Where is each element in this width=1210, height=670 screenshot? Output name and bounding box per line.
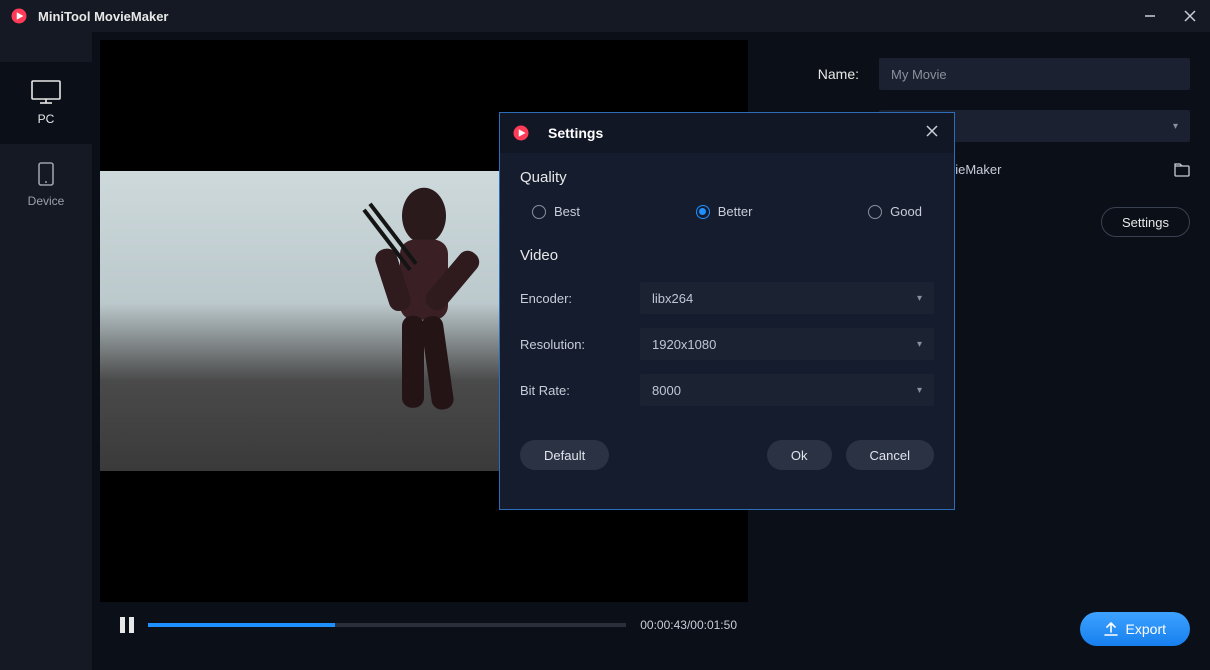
close-icon bbox=[926, 125, 938, 137]
dialog-body: Quality Best Better Good Video Encoder: … bbox=[500, 153, 954, 436]
ok-button[interactable]: Ok bbox=[767, 440, 832, 470]
dialog-header: Settings bbox=[500, 113, 954, 153]
app-logo-icon bbox=[10, 7, 28, 25]
dialog-actions: Default Ok Cancel bbox=[500, 436, 954, 470]
video-figure bbox=[334, 170, 514, 440]
export-button[interactable]: Export bbox=[1080, 612, 1190, 646]
sidebar-item-pc[interactable]: PC bbox=[0, 62, 92, 144]
upload-icon bbox=[1104, 622, 1118, 636]
pause-button[interactable] bbox=[120, 617, 134, 633]
name-label: Name: bbox=[797, 66, 859, 82]
bitrate-label: Bit Rate: bbox=[520, 383, 640, 398]
minimize-button[interactable] bbox=[1130, 0, 1170, 32]
progress-bar[interactable] bbox=[148, 623, 626, 627]
sidebar-item-label: Device bbox=[28, 194, 65, 208]
player-controls: 00:00:43/00:01:50 bbox=[100, 602, 757, 648]
app-logo-icon bbox=[512, 124, 530, 142]
quality-best-radio[interactable]: Best bbox=[532, 204, 580, 219]
dialog-title: Settings bbox=[548, 125, 603, 141]
radio-icon bbox=[868, 205, 882, 219]
bitrate-row: Bit Rate: 8000▾ bbox=[520, 374, 934, 406]
bitrate-select[interactable]: 8000▾ bbox=[640, 374, 934, 406]
chevron-down-icon: ▾ bbox=[917, 339, 922, 350]
encoder-label: Encoder: bbox=[520, 291, 640, 306]
radio-icon bbox=[696, 205, 710, 219]
quality-better-radio[interactable]: Better bbox=[696, 204, 753, 219]
radio-icon bbox=[532, 205, 546, 219]
resolution-row: Resolution: 1920x1080▾ bbox=[520, 328, 934, 360]
close-button[interactable] bbox=[1170, 0, 1210, 32]
resolution-select[interactable]: 1920x1080▾ bbox=[640, 328, 934, 360]
encoder-select[interactable]: libx264▾ bbox=[640, 282, 934, 314]
monitor-icon bbox=[30, 80, 62, 104]
name-input[interactable] bbox=[879, 58, 1190, 90]
chevron-down-icon: ▾ bbox=[917, 293, 922, 304]
encoder-row: Encoder: libx264▾ bbox=[520, 282, 934, 314]
dialog-close-button[interactable] bbox=[922, 124, 942, 142]
quality-section-title: Quality bbox=[520, 169, 934, 186]
sidebar-item-label: PC bbox=[38, 112, 55, 126]
name-row: Name: bbox=[797, 58, 1190, 90]
window-controls bbox=[1130, 0, 1210, 32]
sidebar: PC Device bbox=[0, 32, 92, 670]
folder-icon[interactable] bbox=[1174, 163, 1190, 177]
quality-radio-group: Best Better Good bbox=[520, 204, 934, 219]
chevron-down-icon: ▾ bbox=[1173, 121, 1178, 132]
chevron-down-icon: ▾ bbox=[917, 385, 922, 396]
cancel-button[interactable]: Cancel bbox=[846, 440, 934, 470]
title-bar: MiniTool MovieMaker bbox=[0, 0, 1210, 32]
resolution-label: Resolution: bbox=[520, 337, 640, 352]
app-title: MiniTool MovieMaker bbox=[38, 9, 169, 24]
settings-dialog: Settings Quality Best Better Good Video … bbox=[499, 112, 955, 510]
settings-button[interactable]: Settings bbox=[1101, 207, 1190, 237]
time-display: 00:00:43/00:01:50 bbox=[640, 618, 737, 632]
video-section-title: Video bbox=[520, 247, 934, 264]
sidebar-item-device[interactable]: Device bbox=[0, 144, 92, 226]
default-button[interactable]: Default bbox=[520, 440, 609, 470]
device-icon bbox=[30, 162, 62, 186]
quality-good-radio[interactable]: Good bbox=[868, 204, 922, 219]
